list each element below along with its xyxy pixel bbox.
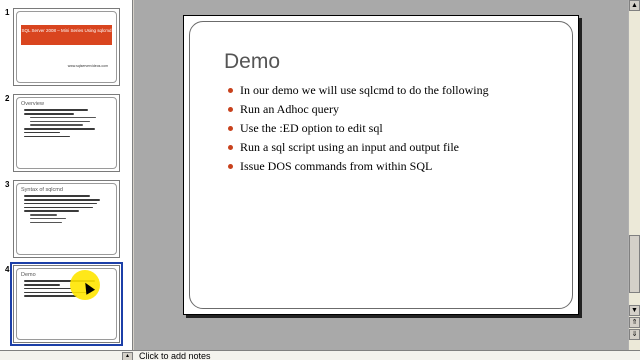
bullet-item[interactable]: In our demo we will use sqlcmd to do the… [226,81,489,100]
vertical-scrollbar[interactable]: ▲ ▼ ⇑ ⇓ [628,0,640,350]
notes-pane[interactable]: ▴ Click to add notes [0,350,640,360]
pane-resize-icon[interactable]: ▴ [122,352,133,360]
slide-title[interactable]: Demo [224,50,280,74]
scroll-up-icon[interactable]: ▲ [629,0,640,11]
bullet-item[interactable]: Run an Adhoc query [226,100,489,119]
thumbnail-number: 4 [5,265,10,274]
slide-thumbnail-2[interactable]: Overview [13,94,120,172]
notes-placeholder[interactable]: Click to add notes [139,351,211,360]
thumbnail-title: Syntax of sqlcmd [21,187,63,193]
thumbnail-number: 3 [5,180,10,189]
scroll-down-icon[interactable]: ▼ [629,305,640,316]
next-slide-icon[interactable]: ⇓ [629,329,640,340]
thumbnail-title: SQL Server 2008 – Mini Series Using sqlc… [21,25,112,45]
previous-slide-icon[interactable]: ⇑ [629,317,640,328]
current-slide[interactable]: Demo In our demo we will use sqlcmd to d… [183,15,579,315]
thumbnail-footer: www.sqlservervideos.com [67,64,108,68]
bullet-item[interactable]: Run a sql script using an input and outp… [226,138,489,157]
slide-thumbnail-1[interactable]: SQL Server 2008 – Mini Series Using sqlc… [13,8,120,86]
slide-thumbnail-4[interactable]: Demo [10,262,123,346]
slide-editor[interactable]: Demo In our demo we will use sqlcmd to d… [134,0,628,350]
slide-bullet-list[interactable]: In our demo we will use sqlcmd to do the… [226,81,489,176]
thumbnail-number: 2 [5,94,10,103]
thumbnail-title: Demo [21,272,36,278]
thumbnail-title: Overview [21,101,44,107]
scrollbar-thumb[interactable] [629,235,640,293]
slide-thumbnail-pane[interactable]: 1 SQL Server 2008 – Mini Series Using sq… [0,0,133,350]
bullet-item[interactable]: Issue DOS commands from within SQL [226,157,489,176]
slide-thumbnail-3[interactable]: Syntax of sqlcmd [13,180,120,258]
thumbnail-number: 1 [5,8,10,17]
bullet-item[interactable]: Use the :ED option to edit sql [226,119,489,138]
